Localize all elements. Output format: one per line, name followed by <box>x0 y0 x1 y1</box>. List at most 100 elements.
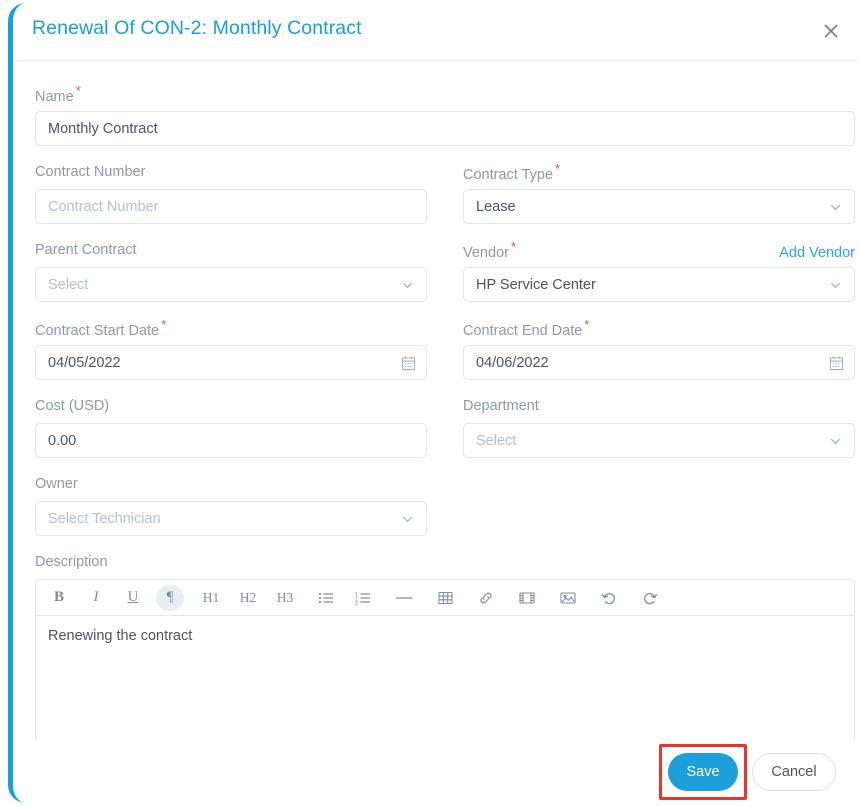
save-button-wrapper: Save <box>659 743 747 800</box>
form-row-cost-department: Cost (USD) 0.00 Department Select <box>35 396 855 466</box>
cost-input[interactable]: 0.00 <box>35 423 427 458</box>
parent-contract-label: Parent Contract <box>35 242 137 258</box>
contract-end-date-label: Contract End Date <box>463 323 583 340</box>
required-marker: * <box>555 161 561 176</box>
form-row-dates: Contract Start Date * 04/05/2022 Contrac… <box>35 318 855 388</box>
contract-end-date-value: 04/06/2022 <box>476 354 549 371</box>
vendor-label: Vendor <box>463 245 509 262</box>
owner-select[interactable]: Select Technician <box>35 501 427 536</box>
department-placeholder: Select <box>476 432 517 449</box>
chevron-down-icon <box>400 277 415 292</box>
chevron-down-icon <box>400 511 415 526</box>
bulleted-list-icon[interactable] <box>312 585 340 611</box>
numbered-list-icon[interactable]: 1 2 3 <box>349 585 377 611</box>
heading-2-glyph: H2 <box>239 589 257 605</box>
description-text: Renewing the contract <box>48 628 193 644</box>
dialog-body: Name * Monthly Contract Contract Number C… <box>13 60 858 740</box>
field-department: Department Select <box>463 396 855 458</box>
dialog-title: Renewal Of CON-2: Monthly Contract <box>32 17 362 39</box>
contract-type-label: Contract Type <box>463 167 554 184</box>
description-label: Description <box>35 554 108 570</box>
chevron-down-icon <box>828 277 843 292</box>
underline-glyph: U <box>127 589 139 605</box>
cost-input-value: 0.00 <box>48 432 77 449</box>
required-marker: * <box>161 317 167 332</box>
heading-2-icon[interactable]: H2 <box>234 585 262 611</box>
heading-3-glyph: H3 <box>276 589 294 605</box>
underline-icon[interactable]: U <box>119 585 147 611</box>
dialog-footer: Save Cancel <box>13 740 858 803</box>
heading-3-icon[interactable]: H3 <box>271 585 299 611</box>
department-label: Department <box>463 398 539 414</box>
contract-end-date-input[interactable]: 04/06/2022 <box>463 345 855 380</box>
svg-text:3: 3 <box>355 601 358 605</box>
horizontal-rule-icon[interactable] <box>390 585 418 611</box>
field-contract-number: Contract Number Contract Number <box>35 162 427 224</box>
form-row-number-type: Contract Number Contract Number Contract… <box>35 162 855 232</box>
cancel-button[interactable]: Cancel <box>752 752 836 791</box>
bold-glyph: B <box>53 589 64 605</box>
image-icon[interactable] <box>554 585 582 611</box>
renewal-contract-dialog: Renewal Of CON-2: Monthly Contract Name * <box>8 3 858 803</box>
required-marker: * <box>510 239 517 254</box>
form-row-parent-vendor: Parent Contract Select Vendor * Add Vend… <box>35 240 855 310</box>
vendor-select[interactable]: HP Service Center <box>463 267 855 302</box>
contract-form: Name * Monthly Contract Contract Number C… <box>13 60 858 740</box>
italic-icon[interactable]: I <box>82 585 110 611</box>
owner-label: Owner <box>35 476 78 492</box>
add-vendor-link[interactable]: Add Vendor <box>779 245 855 261</box>
dialog-header: Renewal Of CON-2: Monthly Contract <box>13 3 858 61</box>
contract-number-placeholder: Contract Number <box>48 198 159 215</box>
italic-glyph: I <box>93 589 99 605</box>
contract-start-date-value: 04/05/2022 <box>48 354 121 371</box>
description-textarea[interactable]: Renewing the contract <box>36 616 854 740</box>
chevron-down-icon <box>828 433 843 448</box>
chevron-down-icon <box>828 199 843 214</box>
undo-icon[interactable] <box>595 585 623 611</box>
contract-start-date-input[interactable]: 04/05/2022 <box>35 345 427 380</box>
form-row-description: Description B I U ¶ H1 H2 H3 1 2 3 Renew… <box>35 552 855 740</box>
required-marker: * <box>584 317 590 332</box>
heading-1-icon[interactable]: H1 <box>197 585 225 611</box>
save-button[interactable]: Save <box>668 752 738 791</box>
contract-start-date-label: Contract Start Date <box>35 323 160 340</box>
cost-label: Cost (USD) <box>35 398 110 414</box>
editor-toolbar: B I U ¶ H1 H2 H3 1 2 3 <box>36 580 854 616</box>
field-contract-end-date: Contract End Date * 04/06/2022 <box>463 318 855 380</box>
name-input-value: Monthly Contract <box>48 120 158 137</box>
video-icon[interactable] <box>513 585 541 611</box>
form-row-owner: Owner Select Technician <box>35 474 836 544</box>
field-parent-contract: Parent Contract Select <box>35 240 427 302</box>
parent-contract-placeholder: Select <box>48 276 89 293</box>
contract-type-select[interactable]: Lease <box>463 189 855 224</box>
bold-icon[interactable]: B <box>45 585 73 611</box>
calendar-icon[interactable] <box>829 355 844 371</box>
field-description: Description B I U ¶ H1 H2 H3 1 2 3 Renew… <box>35 552 855 740</box>
field-name: Name * Monthly Contract <box>35 84 855 146</box>
field-cost: Cost (USD) 0.00 <box>35 396 427 458</box>
department-select[interactable]: Select <box>463 423 855 458</box>
parent-contract-select[interactable]: Select <box>35 267 427 302</box>
required-marker: * <box>75 83 81 98</box>
field-contract-start-date: Contract Start Date * 04/05/2022 <box>35 318 427 380</box>
table-icon[interactable] <box>431 585 459 611</box>
link-icon[interactable] <box>472 585 500 611</box>
form-row-name: Name * Monthly Contract <box>35 84 855 154</box>
close-icon[interactable] <box>817 17 845 45</box>
contract-number-label: Contract Number <box>35 164 146 180</box>
field-contract-type: Contract Type * Lease <box>463 162 855 224</box>
name-input[interactable]: Monthly Contract <box>35 111 855 146</box>
owner-placeholder: Select Technician <box>48 510 161 527</box>
field-vendor: Vendor * Add Vendor HP Service Center <box>463 240 855 302</box>
heading-1-glyph: H1 <box>202 589 220 605</box>
contract-number-input[interactable]: Contract Number <box>35 189 427 224</box>
field-owner: Owner Select Technician <box>35 474 427 536</box>
calendar-icon[interactable] <box>401 355 416 371</box>
description-editor: B I U ¶ H1 H2 H3 1 2 3 Renewing the cont… <box>35 579 855 740</box>
paragraph-icon[interactable]: ¶ <box>156 584 184 611</box>
contract-type-value: Lease <box>476 198 516 215</box>
name-label: Name <box>35 89 74 106</box>
paragraph-glyph: ¶ <box>166 589 174 605</box>
redo-icon[interactable] <box>636 585 664 611</box>
